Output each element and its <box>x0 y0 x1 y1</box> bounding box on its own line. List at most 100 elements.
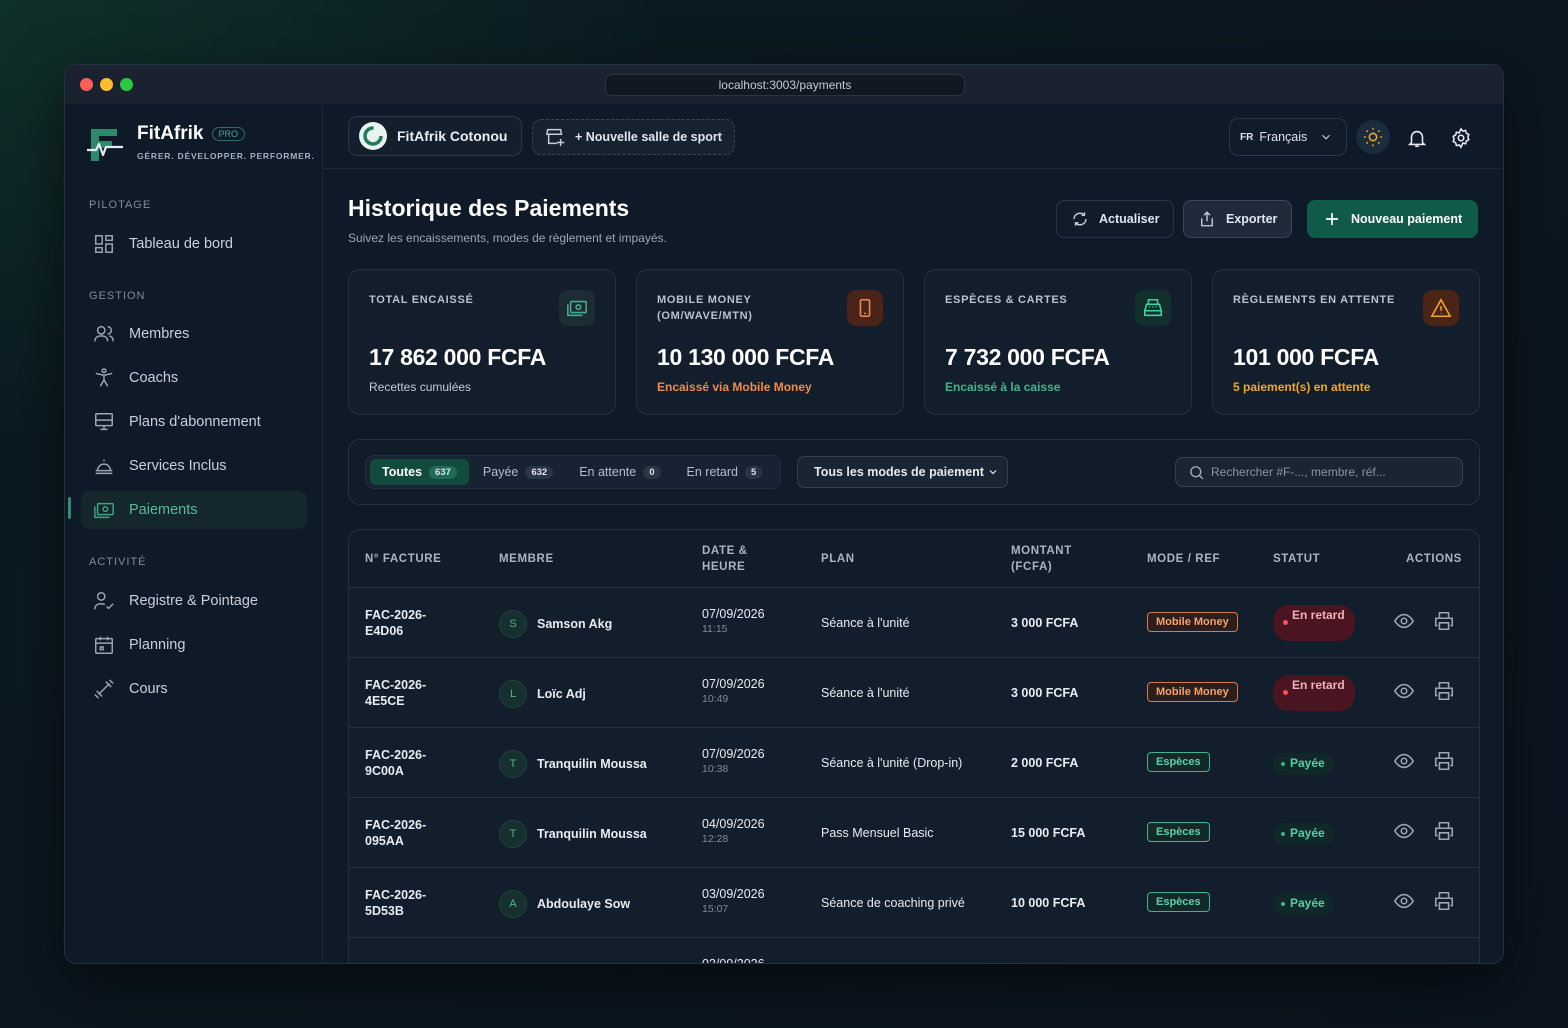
tab-count: 632 <box>525 465 554 479</box>
export-button[interactable]: Exporter <box>1183 200 1293 238</box>
member-cell[interactable]: T Tranquilin Moussa <box>499 820 647 848</box>
print-button[interactable] <box>1433 680 1457 704</box>
sidebar-item-planning[interactable]: Planning <box>81 626 307 664</box>
url-bar[interactable]: localhost:3003/payments <box>605 74 965 96</box>
sidebar-item-membres[interactable]: Membres <box>81 315 307 353</box>
sidebar-item-services[interactable]: Services Inclus <box>81 447 307 485</box>
column-header-status[interactable]: STATUT <box>1273 551 1320 567</box>
sidebar-item-coachs[interactable]: Coachs <box>81 359 307 397</box>
calendar-icon <box>95 636 113 654</box>
cash-icon <box>94 502 114 519</box>
date-cell: 03/09/2026 15:07 <box>702 887 765 915</box>
table-row[interactable]: FAC-2026-5D53B A Abdoulaye Sow 03/09/2026 15… <box>349 868 1479 938</box>
status-badge: Payée <box>1273 823 1334 845</box>
table-row[interactable]: 03/09/2026 <box>349 938 1479 963</box>
sidebar-item-cours[interactable]: Cours <box>81 670 307 708</box>
new-payment-label: Nouveau paiement <box>1351 212 1463 226</box>
print-button[interactable] <box>1433 750 1457 774</box>
plan-name: Pass Mensuel Basic <box>821 826 934 840</box>
close-window-button[interactable] <box>80 78 93 91</box>
language-label: Français <box>1259 130 1308 144</box>
invoice-number[interactable]: FAC-2026-095AA <box>365 817 455 849</box>
member-name: Tranquilin Moussa <box>537 757 647 771</box>
view-button[interactable] <box>1393 680 1417 704</box>
sun-icon <box>1363 127 1383 147</box>
dashboard-icon <box>95 235 113 253</box>
payment-mode-badge: Mobile Money <box>1147 682 1238 702</box>
member-cell[interactable]: S Samson Akg <box>499 610 612 638</box>
tab-count: 0 <box>643 465 661 479</box>
invoice-number[interactable]: FAC-2026-5D53B <box>365 887 455 919</box>
pro-badge: PRO <box>211 127 246 141</box>
export-label: Exporter <box>1226 212 1278 226</box>
column-header-invoice[interactable]: N° FACTURE <box>365 551 441 567</box>
amount: 2 000 FCFA <box>1011 756 1079 770</box>
amount: 10 000 FCFA <box>1011 896 1086 910</box>
column-header-plan[interactable]: PLAN <box>821 551 855 567</box>
invoice-number[interactable]: FAC-2026-4E5CE <box>365 677 455 709</box>
column-header-mode[interactable]: MODE / REF <box>1147 551 1220 567</box>
tab-count: 637 <box>429 465 457 479</box>
print-button[interactable] <box>1433 890 1457 914</box>
stat-label: MOBILE MONEY (OM/WAVE/MTN) <box>657 294 753 322</box>
member-cell[interactable]: A Abdoulaye Sow <box>499 890 630 918</box>
stat-card-total: TOTAL ENCAISSÉ 17 862 000 FCFA Recettes … <box>348 269 616 415</box>
stat-subtext: Encaissé à la caisse <box>945 380 1061 394</box>
refresh-button[interactable]: Actualiser <box>1056 200 1175 238</box>
search-icon <box>1190 465 1204 479</box>
avatar: T <box>499 750 527 778</box>
member-cell[interactable]: L Loïc Adj <box>499 680 586 708</box>
view-button[interactable] <box>1393 610 1417 634</box>
print-button[interactable] <box>1433 820 1457 844</box>
tab-en-retard[interactable]: En retard 5 <box>675 459 775 485</box>
refresh-icon <box>1073 212 1087 226</box>
maximize-window-button[interactable] <box>120 78 133 91</box>
tab-toutes[interactable]: Toutes 637 <box>370 459 469 485</box>
users-icon <box>94 325 114 342</box>
view-button[interactable] <box>1393 890 1417 914</box>
eye-icon <box>1393 753 1415 776</box>
sidebar-item-label: Coachs <box>129 370 179 386</box>
invoice-number[interactable]: FAC-2026-9C00A <box>365 747 455 779</box>
sidebar-item-tableau-de-bord[interactable]: Tableau de bord <box>81 225 307 263</box>
main-content: FitAfrik Cotonou + Nouvelle salle de spo… <box>323 105 1503 963</box>
printer-icon <box>1433 681 1455 706</box>
table-row[interactable]: FAC-2026-4E5CE L Loïc Adj 07/09/2026 10:49 Sé… <box>349 658 1479 728</box>
payment-mode-badge: Espèces <box>1147 752 1210 772</box>
notifications-button[interactable] <box>1400 121 1434 155</box>
gear-icon <box>1452 127 1470 149</box>
status-badge: En retard <box>1273 605 1355 641</box>
theme-toggle-button[interactable] <box>1356 120 1390 154</box>
table-row[interactable]: FAC-2026-095AA T Tranquilin Moussa 04/09/20… <box>349 798 1479 868</box>
table-row[interactable]: FAC-2026-9C00A T Tranquilin Moussa 07/09/20… <box>349 728 1479 798</box>
new-gym-button[interactable]: + Nouvelle salle de sport <box>532 119 735 155</box>
tab-en-attente[interactable]: En attente 0 <box>567 459 672 485</box>
brand[interactable]: FitAfrik PRO GÉRER. DÉVELOPPER. PERFORME… <box>85 123 315 165</box>
coach-icon <box>95 368 113 387</box>
column-header-amount[interactable]: MONTANT (FCFA) <box>1011 543 1091 575</box>
payment-mode-select[interactable]: Tous les modes de paiement <box>797 456 1008 488</box>
minimize-window-button[interactable] <box>100 78 113 91</box>
column-header-date[interactable]: DATE & HEURE <box>702 543 762 575</box>
settings-button[interactable] <box>1444 121 1478 155</box>
payment-time: 15:07 <box>702 903 729 915</box>
search-input[interactable] <box>1211 465 1451 479</box>
sidebar-item-registre[interactable]: Registre & Pointage <box>81 582 307 620</box>
eye-icon <box>1393 823 1415 846</box>
sidebar-item-paiements[interactable]: Paiements <box>81 491 307 529</box>
column-header-member[interactable]: MEMBRE <box>499 551 554 567</box>
print-button[interactable] <box>1433 610 1457 634</box>
member-cell[interactable]: T Tranquilin Moussa <box>499 750 647 778</box>
invoice-number[interactable]: FAC-2026-E4D06 <box>365 607 455 639</box>
table-row[interactable]: FAC-2026-E4D06 S Samson Akg 07/09/2026 11:15… <box>349 588 1479 658</box>
gym-switcher-button[interactable]: FitAfrik Cotonou <box>348 116 523 156</box>
language-select[interactable]: FR Français <box>1229 118 1347 156</box>
view-button[interactable] <box>1393 750 1417 774</box>
view-button[interactable] <box>1393 820 1417 844</box>
printer-icon <box>1433 891 1455 916</box>
sidebar-item-plans[interactable]: Plans d'abonnement <box>81 403 307 441</box>
tab-payee[interactable]: Payée 632 <box>471 459 565 485</box>
new-payment-button[interactable]: Nouveau paiement <box>1307 200 1479 238</box>
amount: 3 000 FCFA <box>1011 686 1079 700</box>
payment-date: 07/09/2026 <box>702 677 765 691</box>
